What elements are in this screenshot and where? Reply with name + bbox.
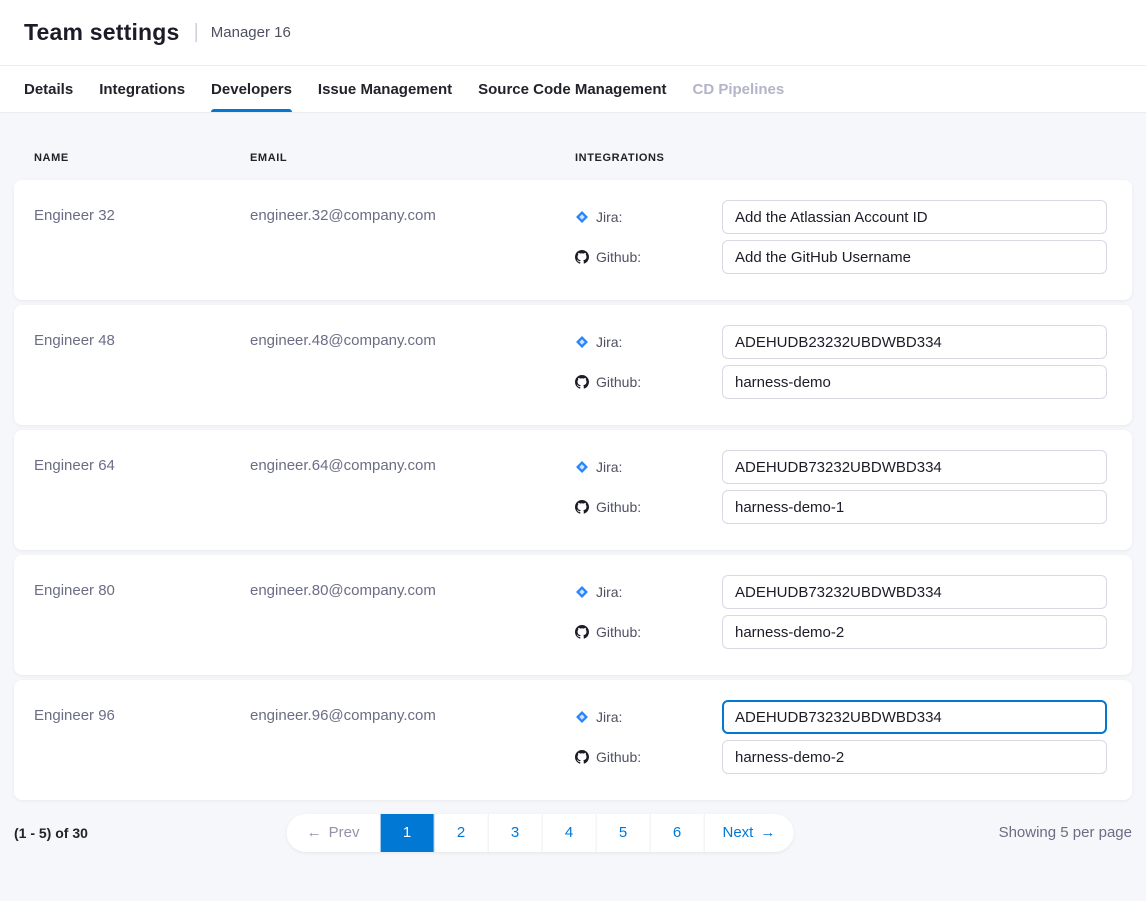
github-username-input[interactable] bbox=[722, 490, 1107, 524]
jira-icon bbox=[575, 585, 589, 599]
developer-email: engineer.48@company.com bbox=[250, 329, 575, 349]
column-header-email: EMAIL bbox=[250, 152, 575, 164]
page-button-3[interactable]: 3 bbox=[489, 814, 543, 852]
tab-source-code-management[interactable]: Source Code Management bbox=[478, 66, 666, 112]
table-row: Engineer 64 engineer.64@company.com Jira… bbox=[14, 430, 1132, 550]
jira-account-input[interactable] bbox=[722, 700, 1107, 734]
github-label: Github: bbox=[596, 249, 641, 265]
github-username-input[interactable] bbox=[722, 615, 1107, 649]
jira-label: Jira: bbox=[596, 209, 622, 225]
page-header: Team settings | Manager 16 bbox=[0, 0, 1146, 66]
github-username-input[interactable] bbox=[722, 240, 1107, 274]
title-separator: | bbox=[194, 21, 199, 44]
github-icon bbox=[575, 500, 589, 514]
developer-email: engineer.96@company.com bbox=[250, 704, 575, 724]
tab-cd-pipelines: CD Pipelines bbox=[693, 66, 785, 112]
developer-name: Engineer 64 bbox=[34, 454, 250, 474]
developer-email: engineer.32@company.com bbox=[250, 204, 575, 224]
arrow-left-icon: ← bbox=[307, 824, 322, 841]
github-username-input[interactable] bbox=[722, 740, 1107, 774]
table-row: Engineer 96 engineer.96@company.com Jira… bbox=[14, 680, 1132, 800]
jira-icon bbox=[575, 210, 589, 224]
github-label: Github: bbox=[596, 749, 641, 765]
jira-label: Jira: bbox=[596, 584, 622, 600]
github-label: Github: bbox=[596, 374, 641, 390]
column-header-name: NAME bbox=[34, 152, 250, 164]
pagination: ←Prev 1 2 3 4 5 6 Next→ bbox=[287, 814, 794, 852]
github-label: Github: bbox=[596, 499, 641, 515]
next-page-button[interactable]: Next→ bbox=[705, 814, 794, 852]
developer-email: engineer.80@company.com bbox=[250, 579, 575, 599]
pagination-range: (1 - 5) of 30 bbox=[14, 825, 88, 841]
developer-name: Engineer 48 bbox=[34, 329, 250, 349]
page-button-6[interactable]: 6 bbox=[651, 814, 705, 852]
page-button-1[interactable]: 1 bbox=[381, 814, 435, 852]
pagination-bar: (1 - 5) of 30 ←Prev 1 2 3 4 5 6 Next→ Sh… bbox=[14, 824, 1132, 841]
tab-issue-management[interactable]: Issue Management bbox=[318, 66, 452, 112]
github-icon bbox=[575, 625, 589, 639]
page-button-2[interactable]: 2 bbox=[435, 814, 489, 852]
tab-integrations[interactable]: Integrations bbox=[99, 66, 185, 112]
github-label: Github: bbox=[596, 624, 641, 640]
github-icon bbox=[575, 250, 589, 264]
jira-account-input[interactable] bbox=[722, 325, 1107, 359]
per-page-label: Showing 5 per page bbox=[999, 824, 1132, 841]
table-header-row: NAME EMAIL INTEGRATIONS bbox=[14, 152, 1132, 164]
tab-bar: Details Integrations Developers Issue Ma… bbox=[0, 66, 1146, 113]
jira-account-input[interactable] bbox=[722, 200, 1107, 234]
github-username-input[interactable] bbox=[722, 365, 1107, 399]
tab-developers[interactable]: Developers bbox=[211, 66, 292, 112]
page-button-5[interactable]: 5 bbox=[597, 814, 651, 852]
table-row: Engineer 32 engineer.32@company.com Jira… bbox=[14, 180, 1132, 300]
developer-name: Engineer 32 bbox=[34, 204, 250, 224]
table-row: Engineer 80 engineer.80@company.com Jira… bbox=[14, 555, 1132, 675]
jira-icon bbox=[575, 710, 589, 724]
github-icon bbox=[575, 750, 589, 764]
developer-name: Engineer 80 bbox=[34, 579, 250, 599]
github-icon bbox=[575, 375, 589, 389]
page-title: Team settings bbox=[24, 19, 180, 46]
page-subtitle: Manager 16 bbox=[211, 24, 291, 41]
developer-email: engineer.64@company.com bbox=[250, 454, 575, 474]
jira-icon bbox=[575, 335, 589, 349]
column-header-integrations: INTEGRATIONS bbox=[575, 152, 1107, 164]
jira-label: Jira: bbox=[596, 459, 622, 475]
table-row: Engineer 48 engineer.48@company.com Jira… bbox=[14, 305, 1132, 425]
jira-icon bbox=[575, 460, 589, 474]
jira-label: Jira: bbox=[596, 709, 622, 725]
developers-panel: NAME EMAIL INTEGRATIONS Engineer 32 engi… bbox=[0, 113, 1146, 901]
arrow-right-icon: → bbox=[760, 824, 775, 841]
tab-details[interactable]: Details bbox=[24, 66, 73, 112]
jira-account-input[interactable] bbox=[722, 450, 1107, 484]
jira-account-input[interactable] bbox=[722, 575, 1107, 609]
developer-name: Engineer 96 bbox=[34, 704, 250, 724]
page-button-4[interactable]: 4 bbox=[543, 814, 597, 852]
prev-page-button[interactable]: ←Prev bbox=[287, 814, 381, 852]
jira-label: Jira: bbox=[596, 334, 622, 350]
